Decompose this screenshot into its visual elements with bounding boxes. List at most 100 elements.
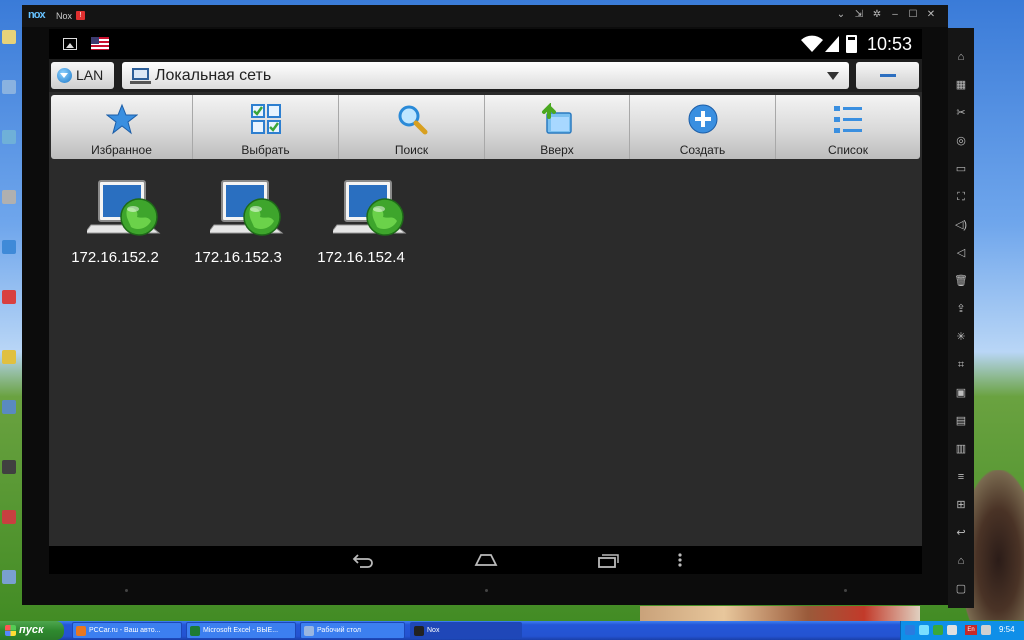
taskbar-item-label: Nox xyxy=(427,627,440,634)
install-apk-icon[interactable]: ⇪ xyxy=(952,300,970,318)
desktop-wallpaper-photo xyxy=(640,606,920,622)
nox-side-toolbar: ⌂ ▦ ✂ ◎ ▭ ⛶ ◁) ◁ 🗑 ⇪ ✳ ⌗ ▣ ▤ ▥ ≡ ⊞ ↩ ⌂ ▢ xyxy=(948,28,974,608)
volume-up-icon[interactable]: ◁) xyxy=(952,216,970,234)
more-icon[interactable] xyxy=(667,550,693,570)
desktop-icon[interactable] xyxy=(2,130,24,146)
firefox-icon xyxy=(76,626,86,636)
scissors-icon[interactable]: ✂ xyxy=(952,104,970,122)
lan-button[interactable]: LAN xyxy=(51,62,114,89)
network-host-item[interactable]: 172.16.152.4 xyxy=(303,177,419,277)
tray-icon[interactable] xyxy=(947,625,957,635)
search-button[interactable]: Поиск xyxy=(339,95,485,159)
add-icon[interactable]: ⊞ xyxy=(952,496,970,514)
frame-dot xyxy=(485,589,488,592)
language-indicator[interactable]: En xyxy=(965,625,977,635)
list-icon xyxy=(834,106,862,133)
desktop-icon[interactable] xyxy=(2,400,24,416)
maximize-icon[interactable]: ☐ xyxy=(906,8,920,22)
gear-icon[interactable]: ✲ xyxy=(870,8,884,22)
volume-down-icon[interactable]: ◁ xyxy=(952,244,970,262)
path-label: Локальная сеть xyxy=(155,67,272,84)
window-title: Nox xyxy=(56,11,73,21)
desktop-icon[interactable] xyxy=(2,460,24,476)
notification-badge[interactable]: ! xyxy=(76,11,85,20)
desktop-icon[interactable] xyxy=(2,80,24,96)
nox-logo: nox xyxy=(28,9,46,21)
window-titlebar[interactable]: nox Nox ! ⌄ ⇲ ✲ – ☐ ✕ xyxy=(22,5,948,27)
collapse-icon[interactable]: ⌄ xyxy=(834,8,848,22)
taskbar-item-label: Microsoft Excel - ВЫЕ... xyxy=(203,627,279,634)
desktop-icons xyxy=(0,20,24,620)
screenshot-icon[interactable]: ⌗ xyxy=(952,356,970,374)
status-time: 10:53 xyxy=(867,34,913,54)
search-label: Поиск xyxy=(394,143,429,157)
path-dropdown[interactable]: Локальная сеть xyxy=(122,62,849,89)
home-icon[interactable]: ⌂ xyxy=(952,552,970,570)
fullscreen-icon[interactable]: ⛶ xyxy=(952,188,970,206)
video-icon[interactable]: ▣ xyxy=(952,384,970,402)
create-label: Создать xyxy=(679,143,726,157)
tray-icon[interactable] xyxy=(933,625,943,635)
android-screen: 10:53 LAN Локальная сеть Избранное Выбра… xyxy=(49,29,922,574)
nox-icon xyxy=(414,626,424,636)
folder-up-icon xyxy=(542,103,572,134)
select-label: Выбрать xyxy=(241,143,290,157)
desktop-icon[interactable] xyxy=(2,240,24,256)
taskbar-item[interactable]: Nox xyxy=(410,622,522,639)
volume-icon[interactable] xyxy=(981,625,991,635)
tray-icon[interactable] xyxy=(919,625,929,635)
favorites-label: Избранное xyxy=(91,143,152,157)
pin-icon[interactable]: ⇲ xyxy=(852,8,866,22)
location-icon[interactable]: ◎ xyxy=(952,132,970,150)
desktop-icon[interactable] xyxy=(2,30,24,46)
desktop-icon[interactable] xyxy=(2,190,24,206)
dropdown-arrow-icon xyxy=(827,72,839,80)
start-label: пуск xyxy=(19,624,44,636)
nox-bottom-frame xyxy=(22,575,948,605)
toolbar: Избранное Выбрать Поиск Вверх Создать Сп… xyxy=(51,95,920,159)
image-notification-icon xyxy=(63,38,77,50)
menu-icon[interactable]: ≡ xyxy=(952,468,970,486)
keyboard-icon[interactable]: ▦ xyxy=(952,76,970,94)
close-icon[interactable]: ✕ xyxy=(924,8,938,22)
desktop-icon[interactable] xyxy=(2,570,24,586)
back-icon[interactable]: ↩ xyxy=(952,524,970,542)
tray-icon[interactable] xyxy=(905,625,915,635)
search-icon xyxy=(398,105,427,135)
recents-icon[interactable]: ▢ xyxy=(952,580,970,598)
macro-icon[interactable]: ▥ xyxy=(952,440,970,458)
up-button[interactable]: Вверх xyxy=(485,95,630,159)
recents-icon[interactable] xyxy=(595,550,621,570)
network-host-item[interactable]: 172.16.152.2 xyxy=(57,177,173,277)
lan-label: LAN xyxy=(76,67,104,83)
screen-icon[interactable]: ▭ xyxy=(952,160,970,178)
minimize-panel-button[interactable] xyxy=(856,62,919,89)
signal-icon xyxy=(825,36,839,52)
favorites-button[interactable]: Избранное xyxy=(51,95,193,159)
star-icon xyxy=(105,103,138,135)
back-icon[interactable] xyxy=(350,550,376,570)
taskbar-item[interactable]: Рабочий стол xyxy=(300,622,405,639)
network-host-item[interactable]: 172.16.152.3 xyxy=(180,177,296,277)
list-button[interactable]: Список xyxy=(776,95,920,159)
multi-window-icon[interactable]: ▤ xyxy=(952,412,970,430)
home-icon[interactable] xyxy=(473,550,499,570)
frame-dot xyxy=(125,589,128,592)
desktop-icon[interactable] xyxy=(2,290,24,306)
android-icon[interactable]: ⌂ xyxy=(952,48,970,66)
taskbar-item[interactable]: PCCar.ru - Ваш авто... xyxy=(72,622,182,639)
taskbar-item[interactable]: Microsoft Excel - ВЫЕ... xyxy=(186,622,296,639)
taskbar-item-label: PCCar.ru - Ваш авто... xyxy=(89,627,161,634)
host-ip-label: 172.16.152.2 xyxy=(71,249,159,266)
network-computer-icon xyxy=(87,180,161,236)
system-tray: En 9:54 xyxy=(900,621,1024,640)
select-button[interactable]: Выбрать xyxy=(193,95,339,159)
desktop-icon[interactable] xyxy=(2,510,24,526)
minimize-icon[interactable]: – xyxy=(888,8,902,22)
start-button[interactable]: пуск xyxy=(0,621,64,640)
us-flag-icon xyxy=(91,37,109,50)
create-button[interactable]: Создать xyxy=(630,95,776,159)
shake-icon[interactable]: ✳ xyxy=(952,328,970,346)
desktop-icon[interactable] xyxy=(2,350,24,366)
trash-icon[interactable]: 🗑 xyxy=(952,272,970,290)
